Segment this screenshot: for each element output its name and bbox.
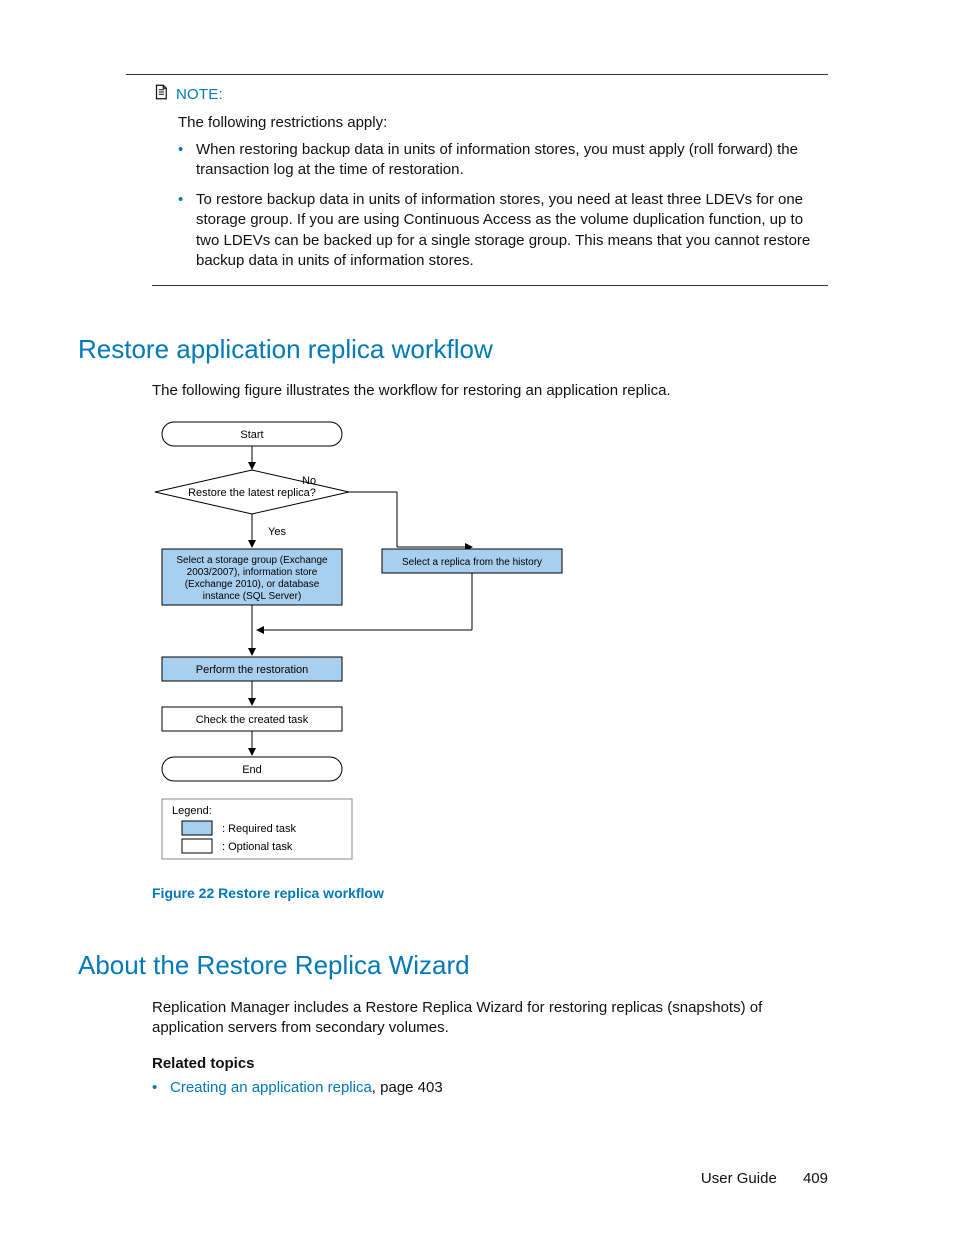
page-footer: User Guide 409 bbox=[701, 1169, 828, 1189]
note-item: When restoring backup data in units of i… bbox=[178, 140, 828, 181]
figure-caption: Figure 22 Restore replica workflow bbox=[152, 884, 828, 903]
related-topic-item: Creating an application replica, page 40… bbox=[152, 1078, 828, 1098]
note-rule-bottom bbox=[152, 285, 828, 286]
related-topics-heading: Related topics bbox=[152, 1054, 828, 1074]
note-item: To restore backup data in units of infor… bbox=[178, 190, 828, 271]
section-heading-wizard: About the Restore Replica Wizard bbox=[78, 948, 828, 983]
note-intro: The following restrictions apply: bbox=[178, 113, 828, 133]
note-block: NOTE: The following restrictions apply: … bbox=[152, 83, 828, 271]
related-topic-suffix: , page 403 bbox=[372, 1079, 443, 1096]
note-icon bbox=[152, 83, 170, 107]
footer-page-number: 409 bbox=[803, 1170, 828, 1187]
flow-perform: Perform the restoration bbox=[196, 664, 309, 676]
flow-select-latest-l2: 2003/2007), information store bbox=[187, 567, 318, 578]
flow-select-latest-l1: Select a storage group (Exchange bbox=[176, 555, 328, 566]
section-intro: The following figure illustrates the wor… bbox=[152, 381, 828, 401]
legend-title: Legend: bbox=[172, 805, 212, 817]
legend-optional: : Optional task bbox=[222, 841, 293, 853]
flow-end: End bbox=[242, 764, 262, 776]
flow-start: Start bbox=[240, 429, 263, 441]
related-topic-link[interactable]: Creating an application replica bbox=[170, 1079, 372, 1096]
page: NOTE: The following restrictions apply: … bbox=[0, 0, 954, 1235]
footer-label: User Guide bbox=[701, 1170, 777, 1187]
flow-select-history: Select a replica from the history bbox=[402, 557, 542, 568]
flowchart-figure: Start Restore the latest replica? Yes No… bbox=[152, 417, 828, 873]
flow-yes-label: Yes bbox=[268, 526, 286, 538]
flow-decision: Restore the latest replica? bbox=[188, 487, 316, 499]
flow-no-label: No bbox=[302, 475, 316, 487]
section-heading-workflow: Restore application replica workflow bbox=[78, 332, 828, 367]
note-label: NOTE: bbox=[176, 85, 223, 105]
section-wizard-intro: Replication Manager includes a Restore R… bbox=[152, 998, 828, 1039]
flow-select-latest-l3: (Exchange 2010), or database bbox=[185, 579, 320, 590]
flow-check: Check the created task bbox=[196, 714, 309, 726]
legend-required: : Required task bbox=[222, 823, 296, 835]
note-rule-top bbox=[126, 74, 828, 75]
flow-select-latest-l4: instance (SQL Server) bbox=[203, 591, 302, 602]
